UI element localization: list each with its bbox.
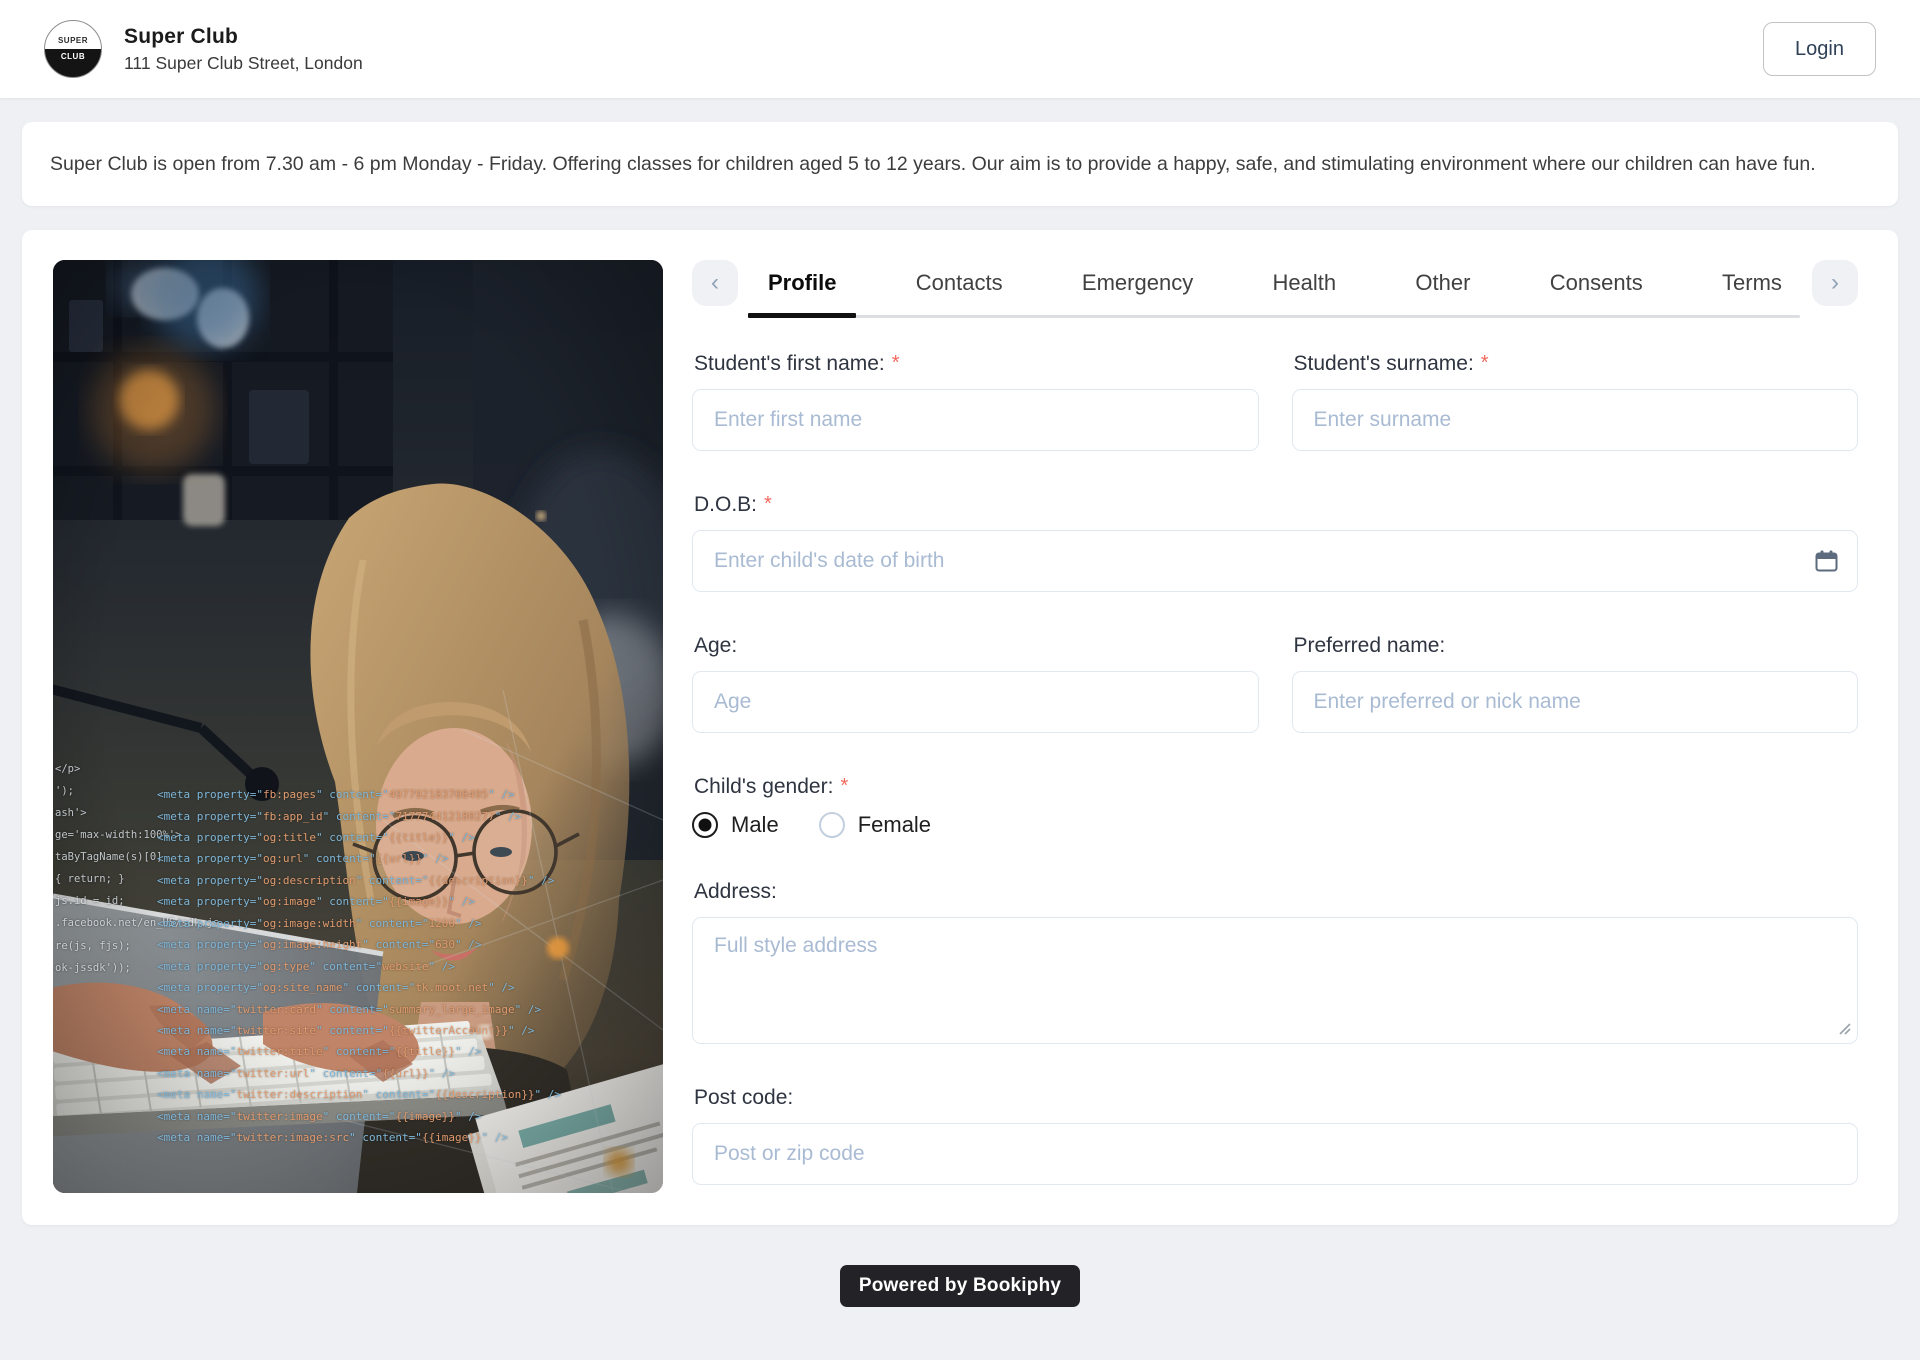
brand-logo-icon: SUPER CLUB	[44, 20, 102, 78]
radio-circle-icon[interactable]	[819, 812, 845, 838]
gender-label: Child's gender: *	[694, 775, 1858, 799]
info-banner: Super Club is open from 7.30 am - 6 pm M…	[22, 122, 1898, 206]
tab-other[interactable]: Other	[1411, 266, 1474, 318]
tabs-bar: ‹ Profile Contacts Emergency Health Other Con…	[692, 260, 1858, 318]
tab-profile[interactable]: Profile	[764, 266, 840, 318]
post-code-field-group: Post code: *	[692, 1086, 1858, 1185]
required-asterisk: *	[1481, 352, 1489, 375]
age-field-group: Age: *	[692, 634, 1259, 733]
tab-terms[interactable]: Terms	[1718, 266, 1786, 318]
address-label: Address: *	[694, 880, 1858, 904]
brand-name: Super Club	[124, 25, 363, 49]
gender-radio-male[interactable]: Male	[692, 812, 779, 838]
dob-field-group: D.O.B: *	[692, 493, 1858, 592]
brand-block: Super Club 111 Super Club Street, London	[124, 25, 363, 74]
tab-consents[interactable]: Consents	[1546, 266, 1647, 318]
address-textarea[interactable]	[692, 917, 1858, 1044]
surname-label: Student's surname: *	[1294, 352, 1859, 376]
address-field-group: Address: *	[692, 880, 1858, 1044]
hero-photo-illustration	[53, 260, 663, 1193]
tab-health[interactable]: Health	[1269, 266, 1341, 318]
dob-input[interactable]	[692, 530, 1858, 592]
surname-input[interactable]	[1292, 389, 1859, 451]
powered-by-badge[interactable]: Powered by Bookiphy	[840, 1265, 1080, 1307]
tabs-prev-button[interactable]: ‹	[692, 260, 738, 306]
page-footer: Powered by Bookiphy	[0, 1265, 1920, 1307]
required-asterisk: *	[764, 493, 772, 516]
radio-circle-icon[interactable]	[692, 812, 718, 838]
calendar-icon[interactable]	[1815, 550, 1838, 572]
logo-bottom-text: CLUB	[45, 52, 101, 61]
first-name-label: Student's first name: *	[694, 352, 1259, 376]
first-name-field-group: Student's first name: *	[692, 352, 1259, 451]
post-code-label: Post code: *	[694, 1086, 1858, 1110]
app-header: SUPER CLUB Super Club 111 Super Club Str…	[0, 0, 1920, 98]
logo-top-text: SUPER	[45, 36, 101, 45]
dob-label: D.O.B: *	[694, 493, 1858, 517]
radio-label: Female	[858, 812, 931, 838]
tabs-next-button[interactable]: ›	[1812, 260, 1858, 306]
info-banner-text: Super Club is open from 7.30 am - 6 pm M…	[50, 153, 1816, 175]
login-button[interactable]: Login	[1763, 22, 1876, 76]
post-code-input[interactable]	[692, 1123, 1858, 1185]
hero-photo: </p> '); ash'> ge='max-width:100%'> taBy…	[53, 260, 663, 1193]
gender-field-group: Child's gender: * Male Female	[692, 775, 1858, 838]
gender-radio-female[interactable]: Female	[819, 812, 931, 838]
tab-emergency[interactable]: Emergency	[1078, 266, 1197, 318]
brand-address: 111 Super Club Street, London	[124, 53, 363, 74]
tab-contacts[interactable]: Contacts	[912, 266, 1007, 318]
surname-field-group: Student's surname: *	[1292, 352, 1859, 451]
gender-radio-group: Male Female	[692, 812, 1858, 838]
profile-form: ‹ Profile Contacts Emergency Health Other Con…	[692, 260, 1858, 1185]
preferred-name-field-group: Preferred name: *	[1292, 634, 1859, 733]
required-asterisk: *	[840, 775, 848, 798]
required-asterisk: *	[892, 352, 900, 375]
preferred-name-label: Preferred name: *	[1294, 634, 1859, 658]
age-input[interactable]	[692, 671, 1259, 733]
radio-label: Male	[731, 812, 779, 838]
age-label: Age: *	[694, 634, 1259, 658]
registration-card: </p> '); ash'> ge='max-width:100%'> taBy…	[22, 230, 1898, 1225]
preferred-name-input[interactable]	[1292, 671, 1859, 733]
tab-list: Profile Contacts Emergency Health Other Conse…	[750, 260, 1800, 318]
first-name-input[interactable]	[692, 389, 1259, 451]
